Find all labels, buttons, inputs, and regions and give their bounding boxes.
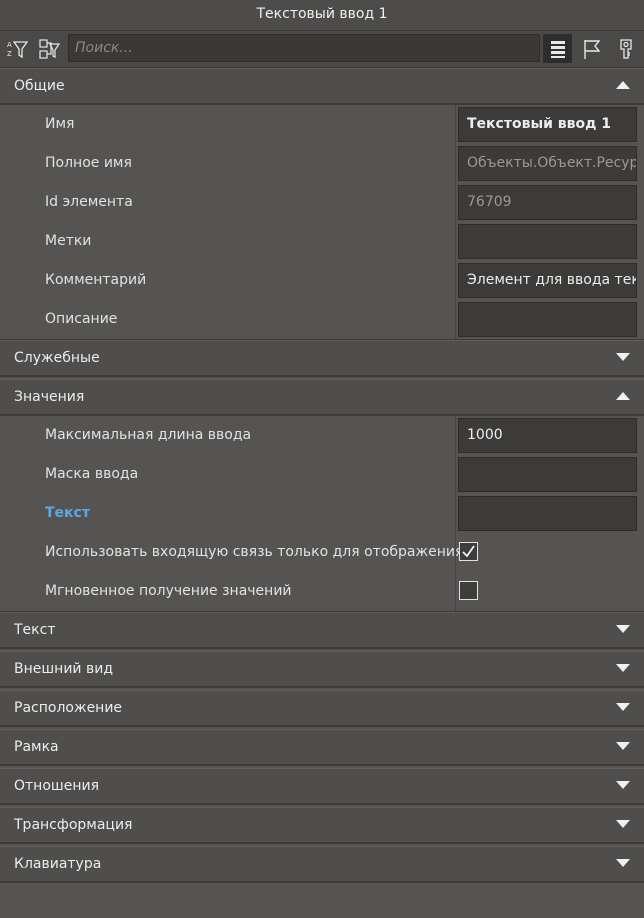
chevron-down-icon — [616, 859, 630, 867]
section-transform-header[interactable]: Трансформация — [0, 807, 644, 844]
property-label: Маска ввода — [45, 466, 139, 482]
svg-text:Z: Z — [7, 50, 12, 58]
column-divider[interactable] — [455, 494, 456, 533]
section-keyboard-header[interactable]: Клавиатура — [0, 846, 644, 883]
instant-values-checkbox[interactable] — [459, 581, 478, 600]
property-label: Id элемента — [45, 194, 133, 210]
column-divider[interactable] — [455, 222, 456, 261]
window-title: Текстовый ввод 1 — [0, 0, 644, 30]
key-button[interactable] — [611, 34, 640, 63]
link-filter-icon — [38, 38, 60, 59]
chevron-down-icon — [616, 664, 630, 672]
list-view-button[interactable] — [543, 34, 572, 63]
column-divider[interactable] — [455, 105, 456, 144]
column-divider[interactable] — [455, 261, 456, 300]
display-only-checkbox[interactable] — [459, 542, 478, 561]
toolbar: A Z — [0, 30, 644, 68]
text-field[interactable] — [458, 496, 637, 531]
svg-text:A: A — [7, 41, 12, 49]
full-name-field: Объекты.Объект.Ресурсы — [458, 146, 637, 181]
section-title: Рамка — [14, 739, 59, 755]
chevron-down-icon — [616, 742, 630, 750]
section-general-header[interactable]: Общие — [0, 68, 644, 105]
section-title: Клавиатура — [14, 856, 102, 872]
section-title: Служебные — [14, 350, 100, 366]
property-label: Описание — [45, 311, 118, 327]
flag-icon — [583, 39, 600, 59]
flag-button[interactable] — [577, 34, 606, 63]
column-divider[interactable] — [455, 572, 456, 611]
comment-field[interactable]: Элемент для ввода текста — [458, 263, 637, 298]
property-row-input-mask: Маска ввода — [0, 455, 644, 494]
property-label: Максимальная длина ввода — [45, 427, 252, 443]
property-row-instant-values: Мгновенное получение значений — [0, 572, 644, 611]
list-view-icon — [550, 40, 565, 58]
property-label: Текст — [45, 505, 90, 521]
chevron-up-icon — [616, 392, 630, 400]
property-row-element-id: Id элемента 76709 — [0, 183, 644, 222]
property-row-name: Имя Текстовый ввод 1 — [0, 105, 644, 144]
section-frame-header[interactable]: Рамка — [0, 729, 644, 766]
section-title: Текст — [14, 622, 56, 638]
section-title: Внешний вид — [14, 661, 114, 677]
property-label: Метки — [45, 233, 92, 249]
property-row-description: Описание — [0, 300, 644, 339]
section-appearance-header[interactable]: Внешний вид — [0, 651, 644, 688]
chevron-down-icon — [616, 353, 630, 361]
description-field[interactable] — [458, 302, 637, 337]
sort-filter-icon: A Z — [7, 41, 28, 58]
section-general-body: Имя Текстовый ввод 1 Полное имя Объекты.… — [0, 105, 644, 340]
key-icon — [619, 38, 632, 59]
section-text-header[interactable]: Текст — [0, 612, 644, 649]
max-length-field[interactable]: 1000 — [458, 418, 637, 453]
element-id-field: 76709 — [458, 185, 637, 220]
search-input[interactable] — [68, 34, 540, 62]
checkmark-icon — [462, 545, 475, 558]
section-title: Отношения — [14, 778, 99, 794]
property-label: Имя — [45, 116, 75, 132]
name-field[interactable]: Текстовый ввод 1 — [458, 107, 637, 142]
property-row-full-name: Полное имя Объекты.Объект.Ресурсы — [0, 144, 644, 183]
sort-filter-button[interactable]: A Z — [2, 34, 31, 63]
section-title: Расположение — [14, 700, 123, 716]
section-title: Общие — [14, 78, 65, 94]
property-row-display-only: Использовать входящую связь только для о… — [0, 533, 644, 572]
property-row-tags: Метки — [0, 222, 644, 261]
section-title: Значения — [14, 389, 85, 405]
input-mask-field[interactable] — [458, 457, 637, 492]
property-row-text: Текст — [0, 494, 644, 533]
section-relations-header[interactable]: Отношения — [0, 768, 644, 805]
chevron-down-icon — [616, 625, 630, 633]
section-position-header[interactable]: Расположение — [0, 690, 644, 727]
chevron-down-icon — [616, 703, 630, 711]
link-filter-button[interactable] — [34, 34, 63, 63]
chevron-down-icon — [616, 820, 630, 828]
section-values-body: Максимальная длина ввода 1000 Маска ввод… — [0, 416, 644, 612]
column-divider[interactable] — [455, 416, 456, 455]
property-row-comment: Комментарий Элемент для ввода текста — [0, 261, 644, 300]
section-service-header[interactable]: Служебные — [0, 340, 644, 377]
chevron-up-icon — [616, 81, 630, 89]
column-divider[interactable] — [455, 533, 456, 572]
tags-field[interactable] — [458, 224, 637, 259]
section-title: Трансформация — [14, 817, 133, 833]
property-label: Полное имя — [45, 155, 132, 171]
column-divider[interactable] — [455, 300, 456, 339]
column-divider[interactable] — [455, 455, 456, 494]
property-label: Мгновенное получение значений — [45, 583, 292, 599]
property-label: Использовать входящую связь только для о… — [45, 544, 464, 560]
property-row-max-length: Максимальная длина ввода 1000 — [0, 416, 644, 455]
column-divider[interactable] — [455, 183, 456, 222]
property-label: Комментарий — [45, 272, 147, 288]
column-divider[interactable] — [455, 144, 456, 183]
section-values-header[interactable]: Значения — [0, 379, 644, 416]
chevron-down-icon — [616, 781, 630, 789]
